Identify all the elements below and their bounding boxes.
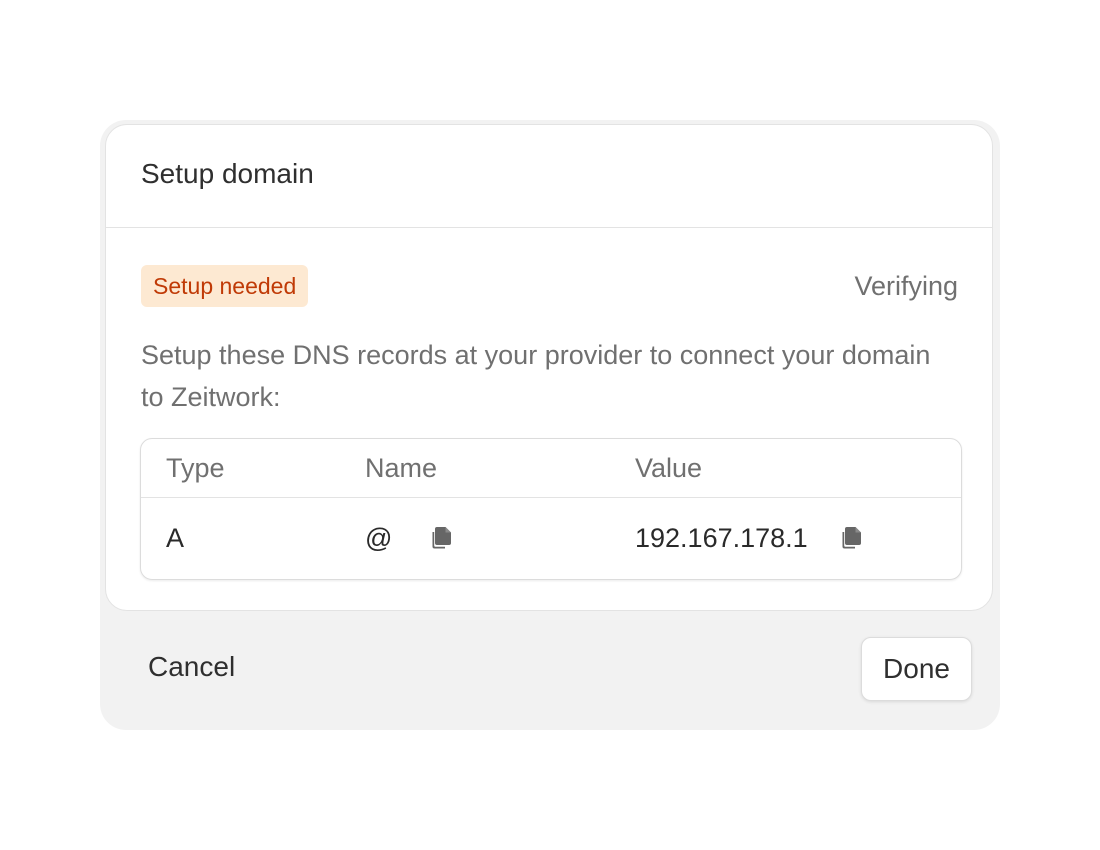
dns-instructions: Setup these DNS records at your provider… xyxy=(141,340,931,412)
table-row: A @ 192.167.178.1 xyxy=(141,498,961,579)
dialog-header: Setup domain xyxy=(106,125,992,228)
dialog-title: Setup domain xyxy=(141,158,314,189)
record-name: @ xyxy=(365,523,393,553)
dialog-card: Setup domain Setup needed Verifying Setu… xyxy=(105,124,993,611)
cancel-button[interactable]: Cancel xyxy=(148,651,235,683)
copy-name-button[interactable] xyxy=(428,525,454,551)
dns-records-table: Type Name Value A @ 192.167.178.1 xyxy=(140,438,962,580)
setup-domain-dialog: Setup domain Setup needed Verifying Setu… xyxy=(100,120,1000,730)
setup-needed-badge: Setup needed xyxy=(141,265,309,307)
table-header-row: Type Name Value xyxy=(141,439,961,498)
verification-status: Verifying xyxy=(854,271,958,301)
copy-value-button[interactable] xyxy=(838,525,864,551)
done-button[interactable]: Done xyxy=(861,637,972,701)
column-header-value: Value xyxy=(635,452,703,483)
record-type: A xyxy=(166,523,185,553)
record-value: 192.167.178.1 xyxy=(635,523,808,553)
column-header-type: Type xyxy=(166,452,225,483)
column-header-name: Name xyxy=(365,452,438,483)
copy-icon xyxy=(842,527,861,549)
copy-icon xyxy=(432,527,451,549)
